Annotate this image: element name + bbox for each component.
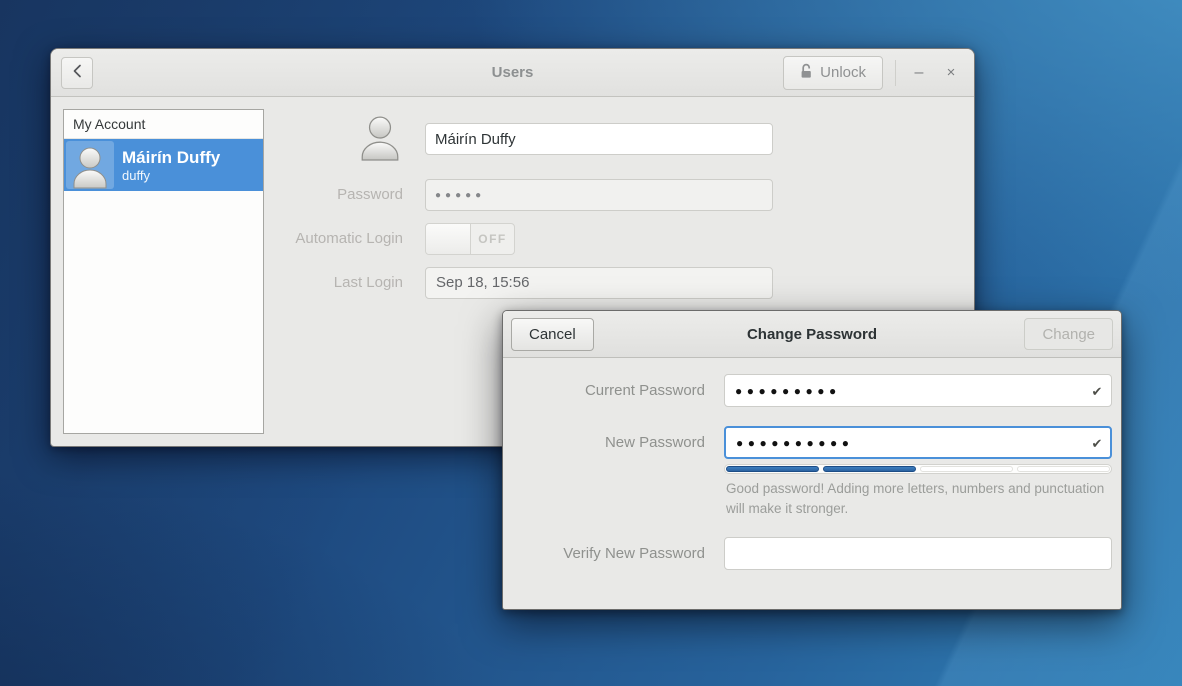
- toggle-knob: [426, 224, 471, 254]
- cancel-button[interactable]: Cancel: [511, 318, 594, 351]
- headerbar-separator: [895, 60, 896, 86]
- account-avatar-button[interactable]: [359, 115, 401, 161]
- close-button[interactable]: ×: [938, 60, 964, 86]
- unlock-button[interactable]: Unlock: [783, 56, 883, 90]
- user-full-name: Máirín Duffy: [122, 147, 220, 168]
- unlock-label: Unlock: [820, 64, 866, 81]
- user-list-section-my-account: My Account: [64, 110, 263, 139]
- full-name-input[interactable]: [425, 123, 773, 155]
- person-icon: [359, 115, 401, 161]
- automatic-login-toggle[interactable]: OFF: [425, 223, 515, 255]
- dialog-headerbar: Cancel Change Password Change: [503, 311, 1121, 358]
- minimize-button[interactable]: –: [906, 60, 932, 86]
- lock-open-icon: [800, 63, 813, 83]
- new-password-input[interactable]: [724, 426, 1112, 459]
- current-password-label: Current Password: [503, 374, 715, 407]
- last-login-button[interactable]: Sep 18, 15:56: [425, 267, 773, 299]
- toggle-state: OFF: [471, 224, 514, 254]
- password-field[interactable]: [425, 179, 773, 211]
- change-button[interactable]: Change: [1024, 318, 1113, 350]
- automatic-login-label: Automatic Login: [51, 223, 415, 255]
- password-label: Password: [51, 179, 415, 211]
- users-headerbar: Users Unlock – ×: [51, 49, 974, 97]
- current-password-input[interactable]: [724, 374, 1112, 407]
- last-login-label: Last Login: [51, 267, 415, 299]
- change-password-dialog: Cancel Change Password Change Current Pa…: [502, 310, 1122, 610]
- new-password-label: New Password: [503, 426, 715, 459]
- chevron-left-icon: [72, 64, 82, 82]
- verify-password-label: Verify New Password: [503, 537, 715, 570]
- user-info: Máirín Duffy duffy: [122, 147, 220, 184]
- strength-segment-empty: [1017, 466, 1110, 472]
- strength-segment-empty: [920, 466, 1013, 472]
- verify-password-input[interactable]: [724, 537, 1112, 570]
- strength-segment-filled: [823, 466, 916, 472]
- password-strength-meter: [724, 464, 1112, 474]
- strength-segment-filled: [726, 466, 819, 472]
- password-hint-text: Good password! Adding more letters, numb…: [726, 479, 1118, 519]
- back-button[interactable]: [61, 57, 93, 89]
- desktop: { "window": { "title": "Users", "back_gl…: [0, 0, 1182, 686]
